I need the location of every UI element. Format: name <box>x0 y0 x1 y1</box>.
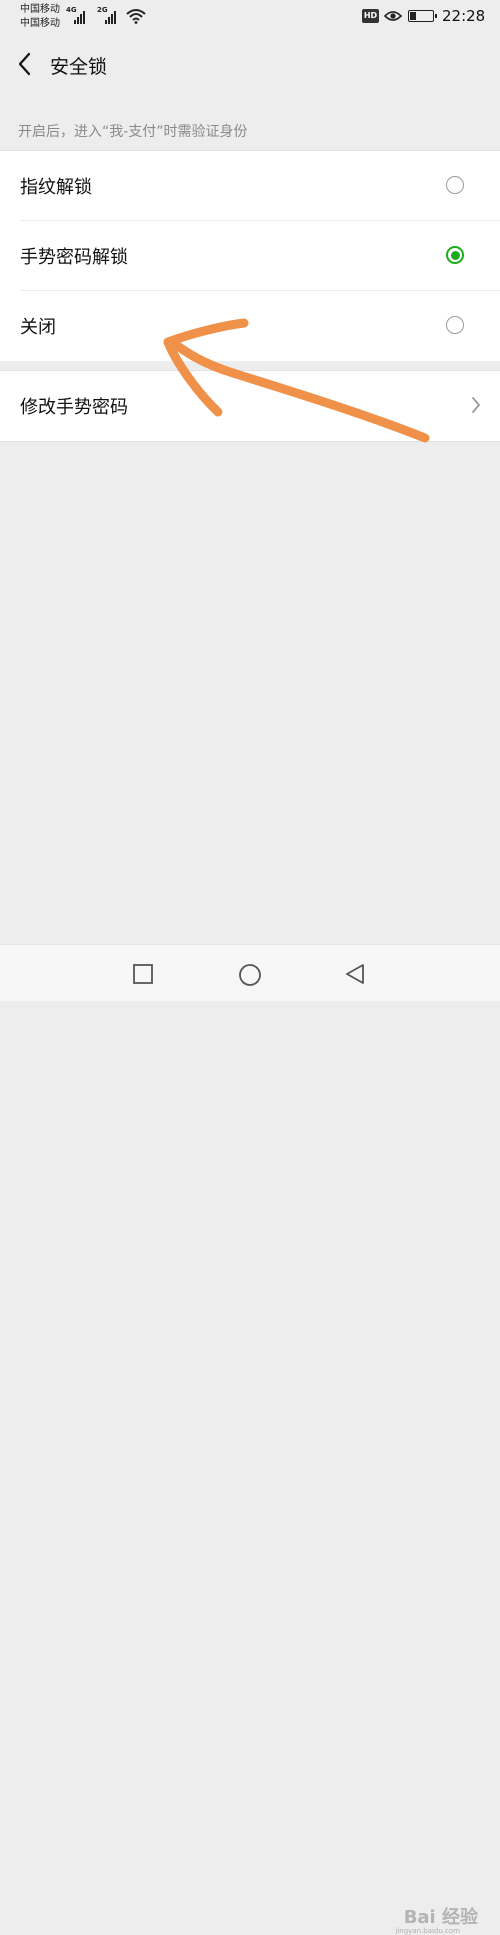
modify-gesture-label: 修改手势密码 <box>20 397 128 418</box>
option-fingerprint-unlock[interactable]: 指纹解锁 <box>0 151 500 221</box>
back-triangle-icon[interactable] <box>344 963 366 985</box>
hd-badge: HD <box>362 9 379 23</box>
recents-square-icon[interactable] <box>132 963 154 985</box>
wifi-icon <box>126 9 146 24</box>
home-circle-icon[interactable] <box>238 963 262 987</box>
baidu-watermark: Bai 经验 <box>403 1907 478 1928</box>
system-navigation-bar: Bai 经验 jingyan.baidu.com <box>0 944 500 1935</box>
radio-unchecked-icon[interactable] <box>446 176 464 194</box>
chevron-right-icon <box>472 397 480 413</box>
carrier-name-2: 中国移动 <box>20 18 60 29</box>
carrier-name-1: 中国移动 <box>20 4 60 15</box>
clock-time: 22:28 <box>442 7 486 25</box>
radio-unchecked-icon[interactable] <box>446 316 464 334</box>
option-label: 关闭 <box>20 317 56 338</box>
carrier-info: 中国移动 中国移动 <box>20 3 60 31</box>
option-gesture-unlock[interactable]: 手势密码解锁 <box>0 221 500 291</box>
option-off[interactable]: 关闭 <box>0 291 500 361</box>
battery-icon <box>408 10 437 22</box>
section-hint: 开启后，进入“我-支付”时需验证身份 <box>18 124 248 140</box>
navigation-bar: 安全锁 <box>0 34 500 94</box>
option-label: 指纹解锁 <box>20 177 92 198</box>
chevron-left-icon[interactable] <box>14 50 36 78</box>
modify-gesture-item[interactable]: 修改手势密码 <box>0 371 500 441</box>
right-status-group: HD 22:28 <box>362 7 486 27</box>
modify-gesture-row[interactable]: 修改手势密码 <box>0 370 500 442</box>
eye-comfort-icon <box>384 11 402 21</box>
option-label: 手势密码解锁 <box>20 247 128 268</box>
page-title: 安全锁 <box>50 56 108 78</box>
baidu-watermark-url: jingyan.baidu.com <box>395 1927 460 1935</box>
lock-options-list: 指纹解锁 手势密码解锁 关闭 <box>0 150 500 361</box>
radio-checked-icon[interactable] <box>446 246 464 264</box>
status-bar: 中国移动 中国移动 4G 2G HD 22:28 <box>0 0 500 34</box>
